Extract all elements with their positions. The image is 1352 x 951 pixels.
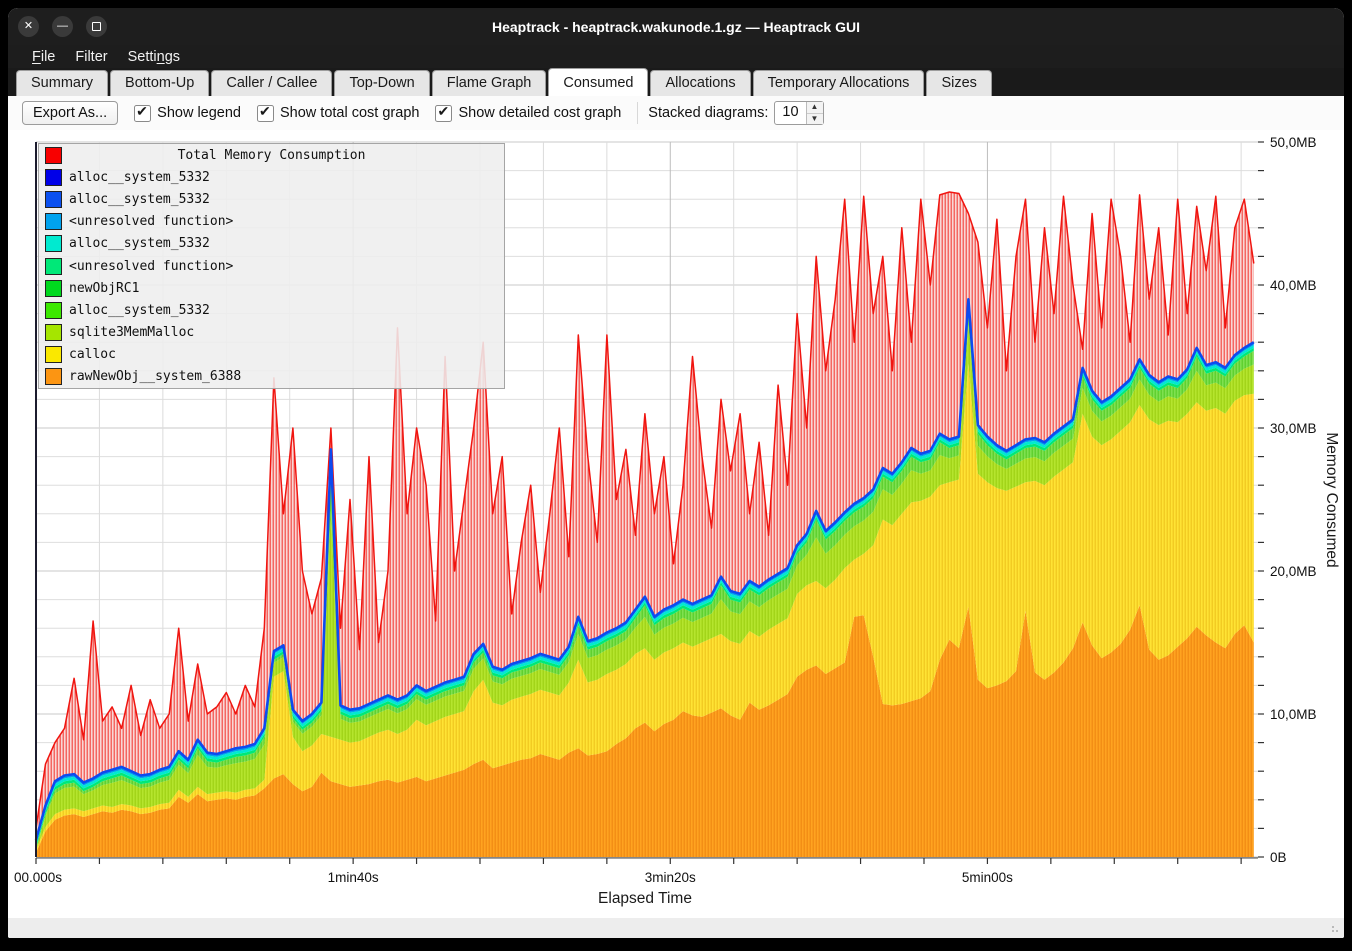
legend-swatch — [45, 302, 62, 319]
tab-temporary-allocations[interactable]: Temporary Allocations — [753, 70, 925, 96]
legend-item: <unresolved function> — [39, 255, 504, 277]
resize-grip-icon[interactable] — [1331, 925, 1341, 935]
app-window: Heaptrack - heaptrack.wakunode.1.gz — He… — [8, 8, 1344, 938]
checkmark-icon: ✔ — [259, 103, 271, 120]
checkbox-label: Show legend — [157, 105, 241, 121]
legend-label: calloc — [69, 347, 116, 362]
legend-label: alloc__system_5332 — [69, 236, 210, 251]
y-axis-label: Memory Consumed — [1323, 432, 1340, 567]
legend-item: <unresolved function> — [39, 211, 504, 233]
tab-sizes[interactable]: Sizes — [926, 70, 991, 96]
window-controls: ✕ — — [18, 16, 107, 37]
tab-bar: SummaryBottom-UpCaller / CalleeTop-DownF… — [8, 68, 1344, 96]
menubar: FileFilterSettings — [8, 45, 1344, 68]
legend-swatch — [45, 169, 62, 186]
spin-down-button[interactable]: ▼ — [807, 114, 823, 125]
minimize-icon: — — [57, 21, 68, 32]
legend-item: calloc — [39, 344, 504, 366]
x-tick-label: 00.000s — [14, 870, 62, 885]
legend-swatch — [45, 368, 62, 385]
chart-area: 0B 10,0MB 20,0MB 30,0MB 40,0MB 50,0MB 00.000s 1… — [8, 130, 1344, 918]
legend-title: Total Memory Consumption — [39, 148, 504, 163]
legend-item: alloc__system_5332 — [39, 166, 504, 188]
toolbar: Export As... ✔ Show legend ✔ Show total cos… — [8, 96, 1344, 130]
x-tick-label: 1min40s — [328, 870, 379, 885]
stacked-diagrams-spinbox[interactable]: 10 ▲ ▼ — [774, 101, 823, 125]
tab-top-down[interactable]: Top-Down — [334, 70, 429, 96]
legend-label: rawNewObj__system_6388 — [69, 369, 241, 384]
y-tick-label: 50,0MB — [1270, 135, 1317, 150]
titlebar: Heaptrack - heaptrack.wakunode.1.gz — He… — [8, 8, 1344, 45]
tab-consumed[interactable]: Consumed — [548, 68, 648, 96]
spin-up-button[interactable]: ▲ — [807, 102, 823, 114]
minimize-button[interactable]: — — [52, 16, 73, 37]
checkbox-show-total-cost-graph[interactable]: ✔ Show total cost graph — [257, 105, 419, 122]
legend-item: alloc__system_5332 — [39, 188, 504, 210]
checkbox-show-legend[interactable]: ✔ Show legend — [134, 105, 241, 122]
menu-filter[interactable]: Filter — [65, 47, 117, 67]
checkbox-label: Show detailed cost graph — [458, 105, 621, 121]
legend-item: sqlite3MemMalloc — [39, 322, 504, 344]
legend-swatch — [45, 258, 62, 275]
export-as-button[interactable]: Export As... — [22, 101, 118, 125]
legend-label: <unresolved function> — [69, 214, 233, 229]
tab-allocations[interactable]: Allocations — [650, 70, 750, 96]
checkbox-show-detailed-cost-graph[interactable]: ✔ Show detailed cost graph — [435, 105, 621, 122]
checkmark-icon: ✔ — [437, 103, 449, 120]
legend-swatch — [45, 191, 62, 208]
chart-legend: Total Memory Consumption alloc__system_53… — [38, 143, 505, 389]
checkbox-label: Show total cost graph — [280, 105, 419, 121]
y-tick-label: 10,0MB — [1270, 707, 1317, 722]
checkbox-box[interactable]: ✔ — [257, 105, 274, 122]
legend-label: alloc__system_5332 — [69, 170, 210, 185]
maximize-icon — [92, 22, 101, 31]
checkbox-box[interactable]: ✔ — [134, 105, 151, 122]
tab-summary[interactable]: Summary — [16, 70, 108, 96]
legend-item: alloc__system_5332 — [39, 299, 504, 321]
status-bar — [8, 918, 1344, 938]
y-tick-label: 0B — [1270, 850, 1287, 865]
legend-label: newObjRC1 — [69, 281, 139, 296]
tab-caller-callee[interactable]: Caller / Callee — [211, 70, 332, 96]
legend-swatch — [45, 280, 62, 297]
legend-label: alloc__system_5332 — [69, 192, 210, 207]
close-button[interactable]: ✕ — [18, 16, 39, 37]
y-tick-label: 40,0MB — [1270, 278, 1317, 293]
stacked-diagrams-value: 10 — [775, 102, 805, 124]
maximize-button[interactable] — [86, 16, 107, 37]
close-icon: ✕ — [24, 21, 33, 32]
x-tick-label: 3min20s — [645, 870, 696, 885]
stacked-diagrams-label: Stacked diagrams: — [648, 105, 768, 121]
y-tick-label: 30,0MB — [1270, 421, 1317, 436]
menu-file[interactable]: File — [22, 47, 65, 67]
checkmark-icon: ✔ — [136, 103, 148, 120]
legend-label: <unresolved function> — [69, 259, 233, 274]
legend-title-row: Total Memory Consumption — [39, 144, 504, 166]
legend-item: alloc__system_5332 — [39, 233, 504, 255]
toolbar-divider — [637, 102, 638, 124]
legend-label: alloc__system_5332 — [69, 303, 210, 318]
legend-swatch — [45, 324, 62, 341]
checkbox-group: ✔ Show legend ✔ Show total cost graph ✔ Show … — [118, 105, 621, 122]
y-tick-label: 20,0MB — [1270, 564, 1317, 579]
x-tick-label: 5min00s — [962, 870, 1013, 885]
checkbox-box[interactable]: ✔ — [435, 105, 452, 122]
x-axis-label: Elapsed Time — [598, 890, 692, 907]
legend-label: sqlite3MemMalloc — [69, 325, 194, 340]
window-title: Heaptrack - heaptrack.wakunode.1.gz — He… — [8, 8, 1344, 45]
tab-bottom-up[interactable]: Bottom-Up — [110, 70, 209, 96]
legend-item: newObjRC1 — [39, 277, 504, 299]
legend-swatch — [45, 235, 62, 252]
tab-flame-graph[interactable]: Flame Graph — [432, 70, 547, 96]
legend-swatch — [45, 346, 62, 363]
menu-settings[interactable]: Settings — [118, 47, 190, 67]
spin-buttons: ▲ ▼ — [806, 102, 823, 124]
legend-swatch — [45, 213, 62, 230]
legend-item: rawNewObj__system_6388 — [39, 366, 504, 388]
